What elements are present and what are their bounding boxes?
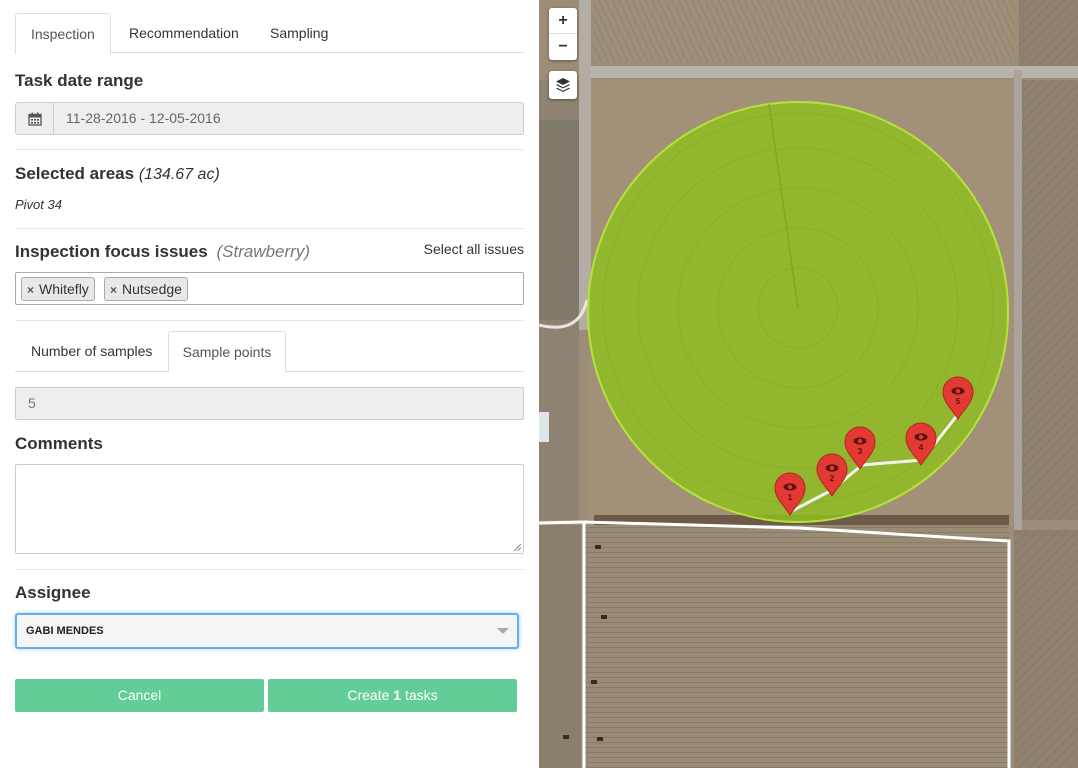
selected-areas-list: Pivot 34 xyxy=(15,197,62,212)
marker-number: 3 xyxy=(858,447,863,456)
sample-points-count: 5 xyxy=(15,387,524,420)
issue-tag-label: Nutsedge xyxy=(122,281,182,297)
marker-number: 5 xyxy=(956,397,961,406)
focus-issues-label: Inspection focus issues xyxy=(15,242,208,261)
chevron-down-icon xyxy=(497,628,509,634)
assignee-value: GABI MENDES xyxy=(26,625,104,637)
marker-number: 2 xyxy=(830,474,835,483)
comments-textarea[interactable] xyxy=(15,464,524,554)
field-map[interactable]: 1 2 3 4 5 + − xyxy=(539,0,1078,768)
selected-areas-heading: Selected areas (134.67 ac) xyxy=(15,164,220,184)
tab-sampling[interactable]: Sampling xyxy=(255,13,343,53)
task-type-tabs: Inspection Recommendation Sampling xyxy=(15,13,524,54)
tab-sample-points[interactable]: Sample points xyxy=(168,331,286,373)
issue-tag: × Nutsedge xyxy=(104,277,188,301)
issue-tag: × Whitefly xyxy=(21,277,95,301)
marker-number: 4 xyxy=(919,443,924,452)
sample-mode-tabs: Number of samples Sample points xyxy=(15,331,524,373)
task-form-panel: Inspection Recommendation Sampling Task … xyxy=(0,0,539,768)
selected-areas-label: Selected areas xyxy=(15,164,135,183)
crop-name: (Strawberry) xyxy=(216,242,310,261)
focus-issues-heading: Inspection focus issues (Strawberry) xyxy=(15,242,310,262)
pivot-field-polygon[interactable] xyxy=(539,0,1078,768)
task-date-label: Task date range xyxy=(15,71,144,90)
create-task-count: 1 xyxy=(393,687,402,703)
divider xyxy=(15,228,524,229)
create-button-prefix: Create xyxy=(347,687,394,703)
assignee-select[interactable]: GABI MENDES xyxy=(15,613,519,649)
sample-point-marker[interactable]: 1 xyxy=(773,472,807,516)
remove-tag-icon[interactable]: × xyxy=(110,283,117,297)
zoom-in-button[interactable]: + xyxy=(549,8,577,34)
divider xyxy=(15,149,524,150)
cancel-button[interactable]: Cancel xyxy=(15,679,264,712)
zoom-out-button[interactable]: − xyxy=(549,34,577,60)
select-all-issues-link[interactable]: Select all issues xyxy=(424,241,524,257)
create-tasks-button[interactable]: Create 1 tasks xyxy=(268,679,517,712)
date-range-input[interactable]: 11-28-2016 - 12-05-2016 xyxy=(15,102,524,135)
zoom-control: + − xyxy=(549,8,577,60)
tab-number-of-samples[interactable]: Number of samples xyxy=(15,331,168,372)
tab-recommendation[interactable]: Recommendation xyxy=(114,13,254,53)
remove-tag-icon[interactable]: × xyxy=(27,283,34,297)
layers-button[interactable] xyxy=(549,71,577,99)
sample-point-marker[interactable]: 5 xyxy=(941,376,975,420)
calendar-icon xyxy=(16,103,54,134)
comments-label: Comments xyxy=(15,434,103,453)
date-range-value: 11-28-2016 - 12-05-2016 xyxy=(66,110,221,126)
sample-point-marker[interactable]: 3 xyxy=(843,426,877,470)
issue-tag-label: Whitefly xyxy=(39,281,89,297)
resize-grip-icon[interactable] xyxy=(513,543,521,551)
focus-issues-multiselect[interactable]: × Whitefly × Nutsedge xyxy=(15,272,524,305)
marker-number: 1 xyxy=(788,493,793,502)
create-button-suffix: tasks xyxy=(401,687,438,703)
selected-areas-total: (134.67 ac) xyxy=(138,166,220,183)
layers-icon xyxy=(556,78,570,92)
divider xyxy=(15,569,524,570)
assignee-label: Assignee xyxy=(15,583,91,602)
tab-inspection[interactable]: Inspection xyxy=(15,13,111,54)
divider xyxy=(15,320,524,321)
sample-point-marker[interactable]: 4 xyxy=(904,422,938,466)
